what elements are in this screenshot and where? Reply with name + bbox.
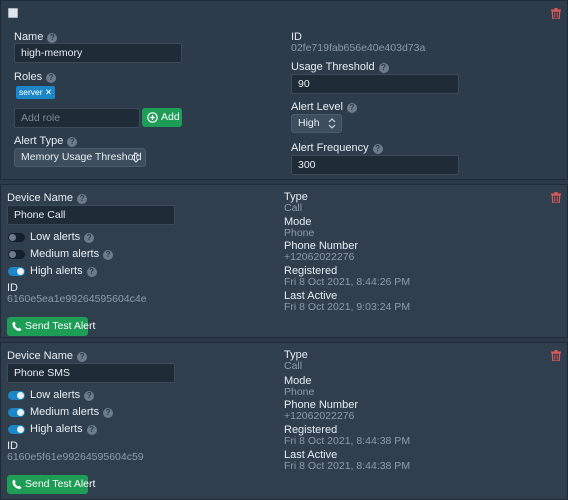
device-id-value: 6160e5f61e99264595604c59 bbox=[7, 451, 144, 463]
high-alerts-label-row: High alerts? bbox=[30, 265, 97, 277]
medium-alerts-label-row: Medium alerts? bbox=[30, 248, 114, 260]
question-circle-icon[interactable]: ? bbox=[378, 63, 389, 73]
registered-value: Fri 8 Oct 2021, 8:44:26 PM bbox=[284, 276, 411, 288]
device-name-label: Device Name bbox=[7, 192, 74, 204]
high-alerts-toggle[interactable] bbox=[8, 425, 25, 434]
plus-circle-icon bbox=[147, 112, 158, 123]
toggle-knob bbox=[9, 234, 16, 241]
device-name-label-row: Device Name? bbox=[7, 350, 88, 362]
device-id-value: 6160e5ea1e99264595604c4e bbox=[7, 293, 147, 305]
question-circle-icon[interactable]: ? bbox=[77, 352, 88, 362]
alert-level-label-row: Alert Level? bbox=[291, 101, 357, 113]
toggle-knob bbox=[9, 251, 16, 258]
question-circle-icon[interactable]: ? bbox=[67, 137, 78, 147]
name-label-row: Name? bbox=[14, 31, 58, 43]
phone-icon bbox=[12, 479, 22, 490]
high-alerts-label-row: High alerts? bbox=[30, 423, 97, 435]
high-alerts-toggle[interactable] bbox=[8, 267, 25, 276]
remove-role-icon[interactable]: ✕ bbox=[45, 87, 52, 97]
alert-level-label: Alert Level bbox=[291, 101, 343, 113]
mode-value: Phone bbox=[284, 386, 315, 398]
medium-alerts-label-row: Medium alerts? bbox=[30, 406, 114, 418]
device-name-label-row: Device Name? bbox=[7, 192, 88, 204]
toggle-knob bbox=[17, 268, 24, 275]
send-test-alert-button[interactable]: Send Test Alert bbox=[7, 317, 95, 336]
question-circle-icon[interactable]: ? bbox=[103, 408, 114, 418]
trash-icon[interactable] bbox=[551, 192, 561, 203]
toggle-knob bbox=[17, 409, 24, 416]
alert-level-select[interactable]: High bbox=[291, 114, 342, 133]
add-role-button[interactable]: Add bbox=[142, 108, 182, 127]
low-alerts-toggle[interactable] bbox=[8, 391, 25, 400]
question-circle-icon[interactable]: ? bbox=[77, 194, 88, 204]
alert-type-value: Memory Usage Threshold bbox=[21, 151, 142, 163]
toggle-knob bbox=[17, 392, 24, 399]
alert-type-label: Alert Type bbox=[14, 135, 64, 147]
send-test-alert-button[interactable]: Send Test Alert bbox=[7, 475, 95, 494]
add-role-input[interactable]: Add role bbox=[14, 108, 140, 128]
low-alerts-label-row: Low alerts? bbox=[30, 389, 95, 401]
device-name-input[interactable]: Phone Call bbox=[7, 205, 175, 225]
device-panel: Device Name? Phone Call Low alerts? Medi… bbox=[0, 184, 568, 338]
role-tag-label: server bbox=[19, 87, 43, 97]
name-input[interactable]: high-memory bbox=[14, 43, 182, 63]
alert-frequency-label-row: Alert Frequency? bbox=[291, 142, 383, 154]
medium-alerts-label: Medium alerts bbox=[30, 406, 100, 418]
high-alerts-label: High alerts bbox=[30, 265, 83, 277]
chevron-up-down-icon bbox=[328, 118, 336, 129]
alert-level-value: High bbox=[298, 117, 320, 129]
medium-alerts-toggle[interactable] bbox=[8, 250, 25, 259]
question-circle-icon[interactable]: ? bbox=[86, 267, 97, 277]
question-circle-icon[interactable]: ? bbox=[84, 391, 95, 401]
low-alerts-toggle[interactable] bbox=[8, 233, 25, 242]
registered-value: Fri 8 Oct 2021, 8:44:38 PM bbox=[284, 435, 411, 447]
usage-threshold-label: Usage Threshold bbox=[291, 61, 375, 73]
usage-threshold-label-row: Usage Threshold? bbox=[291, 61, 389, 73]
high-alerts-label: High alerts bbox=[30, 423, 83, 435]
phone-number-value: +12062022276 bbox=[284, 251, 355, 263]
add-button-label: Add bbox=[161, 111, 180, 123]
low-alerts-label-row: Low alerts? bbox=[30, 231, 95, 243]
name-label: Name bbox=[14, 31, 44, 43]
select-alert-checkbox[interactable] bbox=[8, 8, 18, 18]
question-circle-icon[interactable]: ? bbox=[47, 33, 58, 43]
role-tag: server ✕ bbox=[16, 86, 56, 99]
device-name-input[interactable]: Phone SMS bbox=[7, 363, 175, 383]
alert-type-select[interactable]: Memory Usage Threshold bbox=[14, 148, 146, 167]
alert-panel: Name? high-memory Roles? server ✕ Add ro… bbox=[0, 0, 568, 180]
last-active-value: Fri 8 Oct 2021, 8:44:38 PM bbox=[284, 460, 411, 472]
type-value: Call bbox=[284, 202, 303, 214]
phone-number-value: +12062022276 bbox=[284, 410, 355, 422]
question-circle-icon[interactable]: ? bbox=[346, 103, 357, 113]
low-alerts-label: Low alerts bbox=[30, 389, 81, 401]
trash-icon[interactable] bbox=[551, 350, 561, 361]
device-name-label: Device Name bbox=[7, 350, 74, 362]
low-alerts-label: Low alerts bbox=[30, 231, 81, 243]
alert-id-value: 02fe719fab656e40e403d73a bbox=[291, 42, 426, 54]
chevron-up-down-icon bbox=[132, 152, 140, 163]
question-circle-icon[interactable]: ? bbox=[86, 425, 97, 435]
alert-frequency-label: Alert Frequency bbox=[291, 142, 369, 154]
alert-type-label-row: Alert Type? bbox=[14, 135, 78, 147]
trash-icon[interactable] bbox=[551, 8, 561, 19]
last-active-value: Fri 8 Oct 2021, 9:03:24 PM bbox=[284, 301, 411, 313]
type-value: Call bbox=[284, 360, 303, 372]
roles-label-row: Roles? bbox=[14, 71, 57, 83]
medium-alerts-label: Medium alerts bbox=[30, 248, 100, 260]
question-circle-icon[interactable]: ? bbox=[84, 233, 95, 243]
send-test-alert-label: Send Test Alert bbox=[25, 320, 96, 332]
question-circle-icon[interactable]: ? bbox=[46, 73, 57, 83]
roles-label: Roles bbox=[14, 71, 43, 83]
toggle-knob bbox=[17, 426, 24, 433]
mode-value: Phone bbox=[284, 227, 315, 239]
question-circle-icon[interactable]: ? bbox=[103, 250, 114, 260]
send-test-alert-label: Send Test Alert bbox=[25, 478, 96, 490]
question-circle-icon[interactable]: ? bbox=[372, 144, 383, 154]
phone-icon bbox=[12, 321, 22, 332]
usage-threshold-input[interactable]: 90 bbox=[291, 74, 459, 94]
alert-frequency-input[interactable]: 300 bbox=[291, 155, 459, 175]
device-panel: Device Name? Phone SMS Low alerts? Mediu… bbox=[0, 342, 568, 500]
medium-alerts-toggle[interactable] bbox=[8, 408, 25, 417]
